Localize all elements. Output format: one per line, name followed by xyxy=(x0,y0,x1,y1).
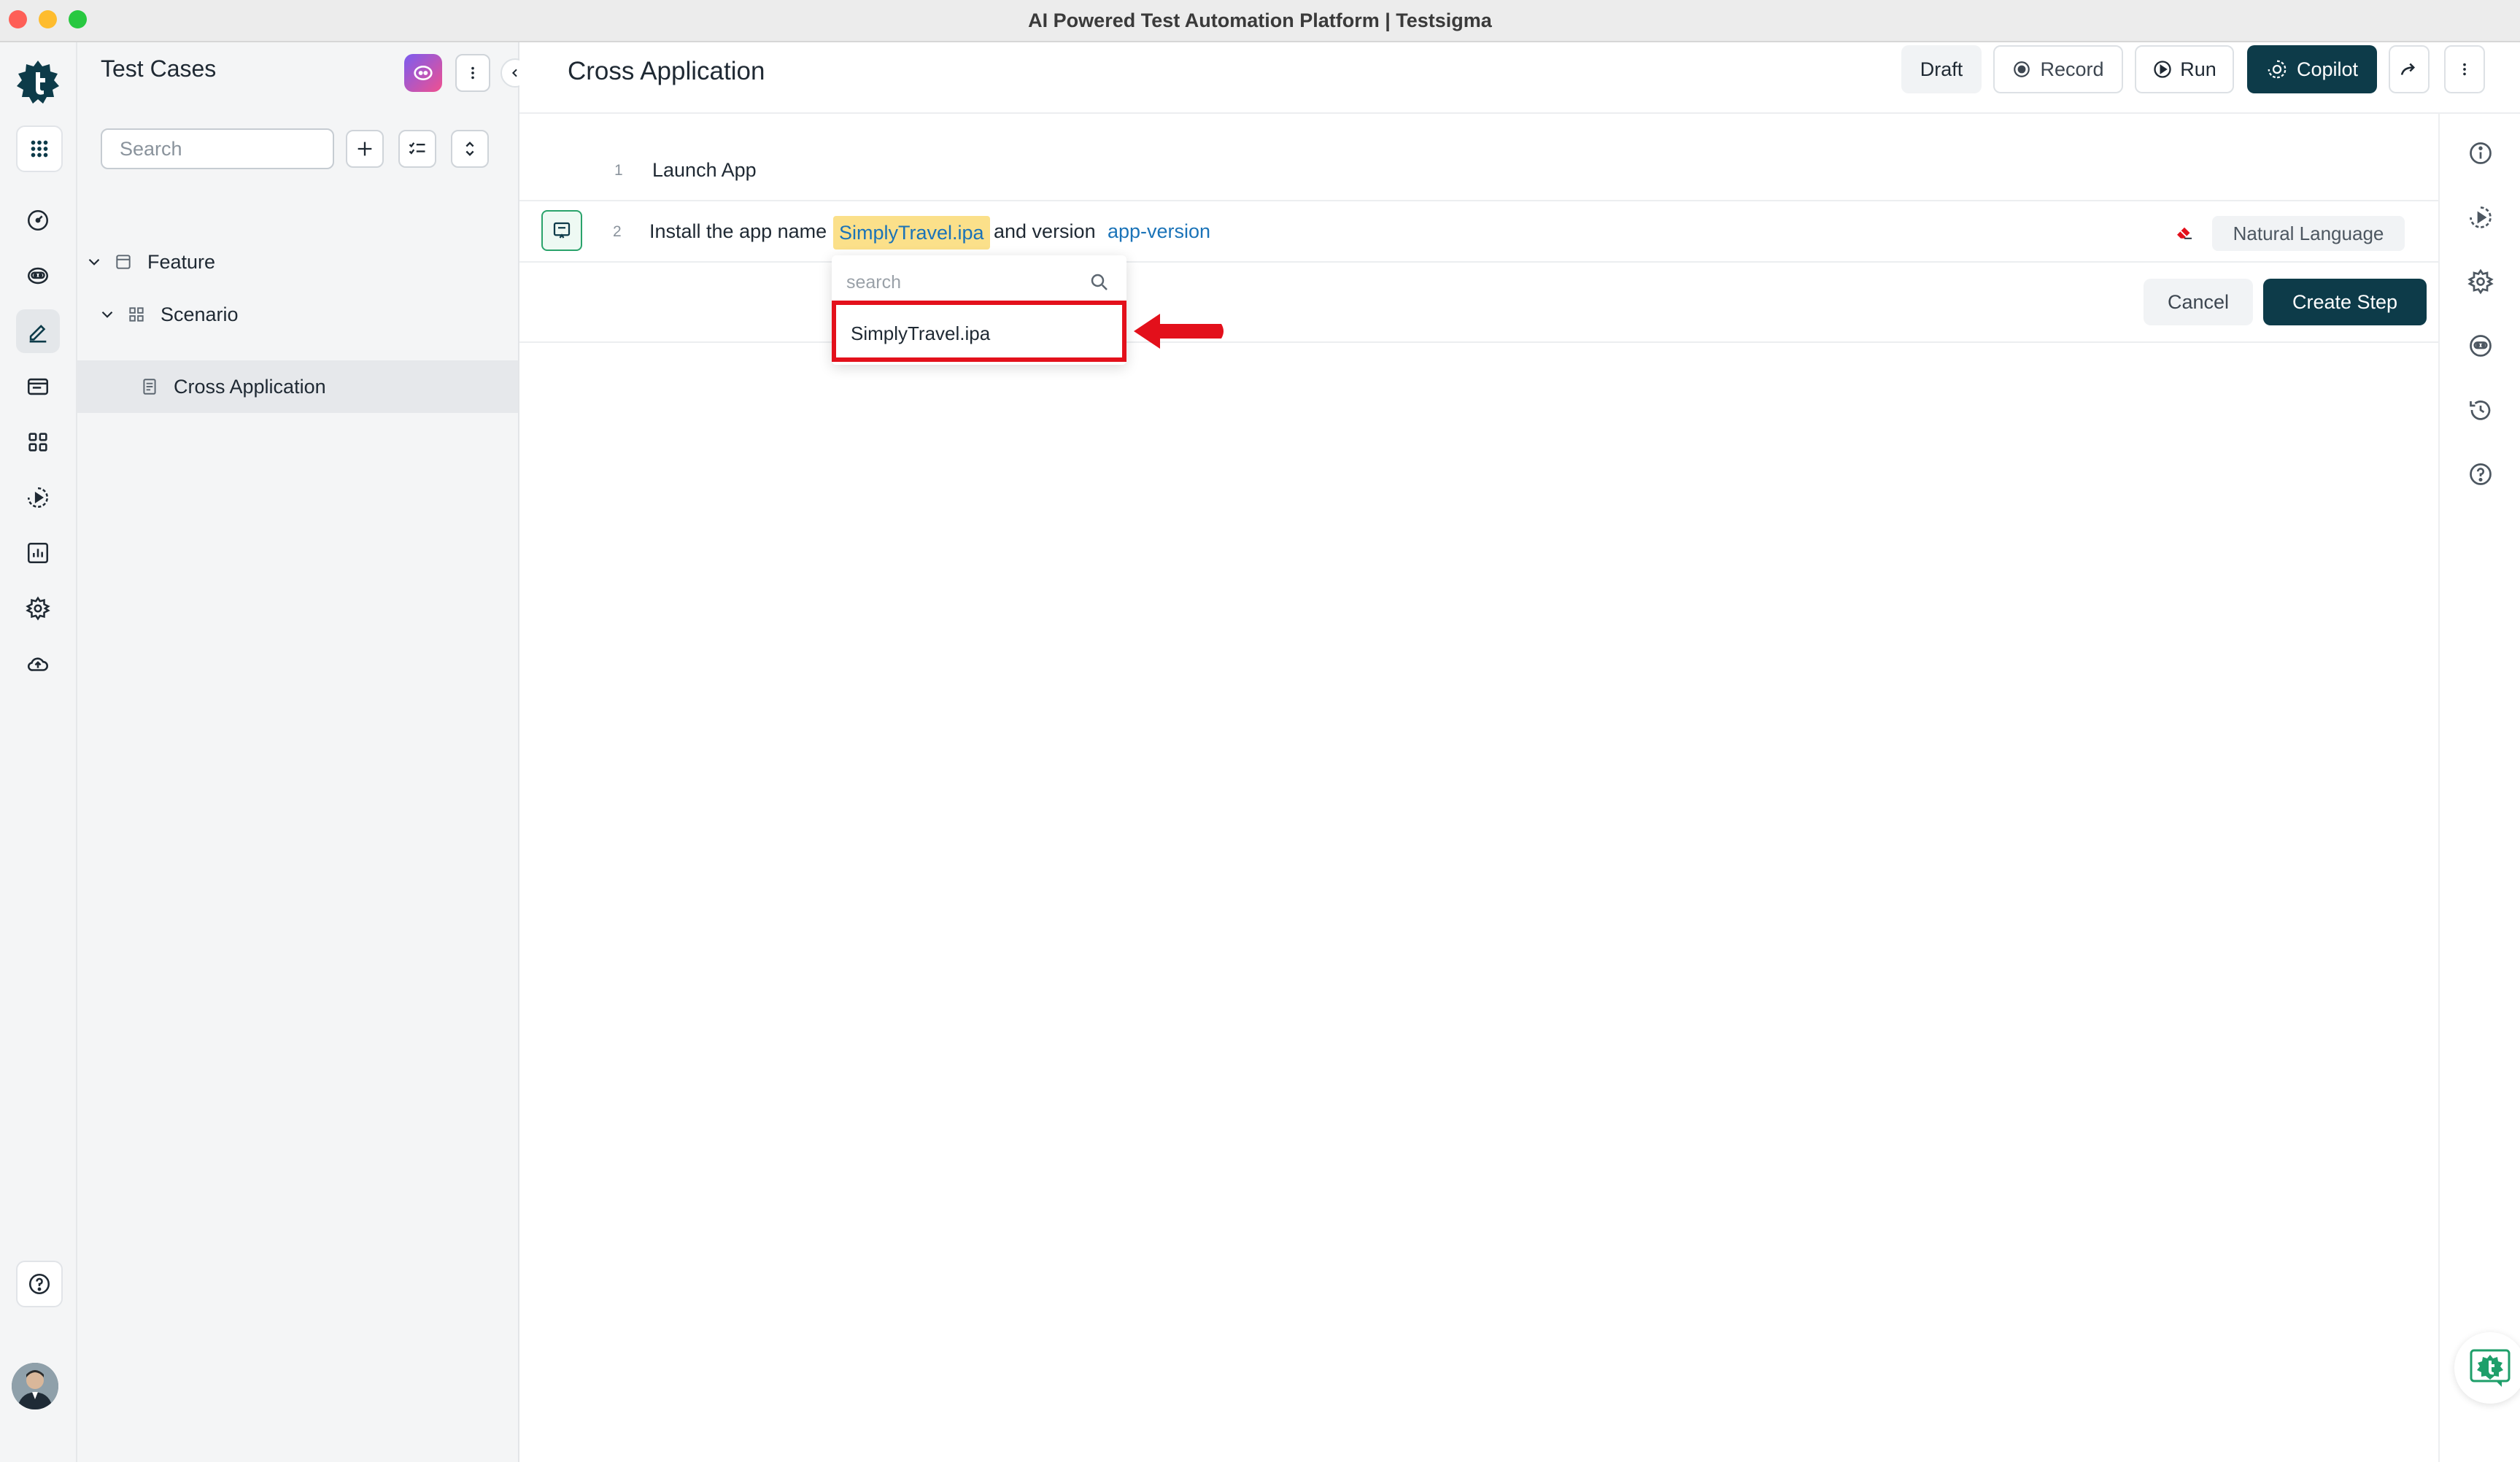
step-type-button[interactable] xyxy=(541,210,582,251)
test-cases-panel: Test Cases Feature Scenario Cross Applic… xyxy=(77,42,530,1462)
cancel-label: Cancel xyxy=(2167,290,2230,313)
step-number: 2 xyxy=(613,223,622,240)
expand-collapse-button[interactable] xyxy=(451,130,489,168)
step-number: 1 xyxy=(614,162,623,179)
checklist-icon xyxy=(409,142,425,155)
user-avatar[interactable] xyxy=(12,1363,58,1409)
history-icon[interactable] xyxy=(2462,391,2500,429)
vertical-dots-icon xyxy=(2463,63,2466,76)
search-input[interactable] xyxy=(101,128,334,169)
chevron-down-icon[interactable] xyxy=(85,252,104,271)
version-parameter[interactable]: app-version xyxy=(1108,220,1210,243)
chat-bot-icon xyxy=(2470,1349,2511,1387)
more-options-button[interactable] xyxy=(2444,45,2485,93)
select-items-button[interactable] xyxy=(398,130,436,168)
step-editor-row: 2 Install the app name SimplyTravel.ipa … xyxy=(519,200,2438,263)
testsigma-logo-icon[interactable] xyxy=(7,51,69,112)
step-text-middle: and version xyxy=(994,220,1096,242)
dropdown-search-input[interactable] xyxy=(845,266,1081,299)
page-title: Cross Application xyxy=(568,57,765,85)
cancel-button[interactable]: Cancel xyxy=(2144,279,2253,325)
record-button[interactable]: Record xyxy=(1993,45,2123,93)
settings-gear-icon[interactable] xyxy=(16,587,60,630)
tree-item-label: Cross Application xyxy=(174,375,326,398)
test-data-icon[interactable] xyxy=(16,365,60,409)
window-title: AI Powered Test Automation Platform | Te… xyxy=(1028,9,1492,31)
apps-grid-icon[interactable] xyxy=(16,125,63,172)
tree-item-cross-application[interactable]: Cross Application xyxy=(77,360,518,413)
step-type-icon xyxy=(553,222,571,239)
search-icon xyxy=(1091,274,1108,290)
annotation-highlight-box xyxy=(832,301,1126,362)
test-cases-pencil-icon[interactable] xyxy=(16,309,60,353)
plus-icon xyxy=(357,142,372,156)
help-icon[interactable] xyxy=(16,1261,63,1307)
tree-item-label: Feature xyxy=(147,250,216,273)
ai-agent-icon[interactable] xyxy=(2462,327,2500,365)
step-text: Launch App xyxy=(652,159,757,181)
reports-chart-icon[interactable] xyxy=(16,531,60,575)
step-text-prefix: Install the app name xyxy=(649,220,827,242)
test-case-doc-icon xyxy=(143,379,156,395)
scenario-grid-icon xyxy=(129,307,144,322)
ai-agent-button[interactable] xyxy=(404,54,442,92)
test-step-row[interactable]: 1 Launch App xyxy=(519,143,2438,200)
right-tools-rail xyxy=(2438,114,2520,1462)
help-icon[interactable] xyxy=(2462,455,2500,493)
run-button[interactable]: Run xyxy=(2135,45,2234,93)
draft-status-button[interactable]: Draft xyxy=(1901,45,1982,93)
parameter-value: SimplyTravel.ipa xyxy=(839,221,984,244)
record-icon xyxy=(2014,61,2030,77)
record-label: Record xyxy=(2040,58,2104,80)
natural-language-mode-button[interactable]: Natural Language xyxy=(2212,216,2405,251)
annotation-arrow-icon xyxy=(1134,314,1224,349)
draft-label: Draft xyxy=(1920,58,1963,80)
panel-more-options-button[interactable] xyxy=(455,54,490,92)
clear-step-button[interactable] xyxy=(2170,217,2199,247)
unfold-icon xyxy=(465,142,474,156)
vertical-dots-icon xyxy=(471,66,474,80)
add-test-case-button[interactable] xyxy=(346,130,384,168)
share-arrow-icon xyxy=(2400,63,2416,75)
create-step-button[interactable]: Create Step xyxy=(2263,279,2427,325)
run-plans-icon[interactable] xyxy=(16,476,60,519)
play-icon xyxy=(2154,61,2171,78)
copilot-icon xyxy=(2268,60,2287,79)
share-button[interactable] xyxy=(2389,45,2430,93)
copilot-label: Copilot xyxy=(2296,58,2359,80)
cloud-upload-icon[interactable] xyxy=(16,642,60,686)
ai-agent-icon[interactable] xyxy=(16,254,60,298)
left-nav-rail xyxy=(0,42,77,1462)
chevron-down-icon[interactable] xyxy=(98,305,117,324)
dashboard-gauge-icon[interactable] xyxy=(16,198,60,242)
feature-folder-icon xyxy=(116,255,131,269)
panel-title: Test Cases xyxy=(101,55,217,82)
tree-item-feature[interactable]: Feature xyxy=(77,238,518,286)
copilot-button[interactable]: Copilot xyxy=(2247,45,2377,93)
elements-grid-icon[interactable] xyxy=(16,420,60,464)
window-title-bar: AI Powered Test Automation Platform | Te… xyxy=(0,0,2520,42)
run-history-icon[interactable] xyxy=(2462,198,2500,236)
tree-item-scenario[interactable]: Scenario xyxy=(77,290,518,339)
support-chat-button[interactable] xyxy=(2454,1332,2520,1404)
tree-item-label: Scenario xyxy=(161,303,239,325)
info-icon[interactable] xyxy=(2462,134,2500,172)
app-name-parameter[interactable]: SimplyTravel.ipa xyxy=(833,216,990,250)
eraser-icon xyxy=(2177,227,2192,239)
ai-agent-icon xyxy=(414,66,433,80)
mode-label: Natural Language xyxy=(2233,222,2384,244)
create-step-label: Create Step xyxy=(2292,290,2398,313)
run-label: Run xyxy=(2180,58,2216,80)
settings-gear-icon[interactable] xyxy=(2462,263,2500,301)
